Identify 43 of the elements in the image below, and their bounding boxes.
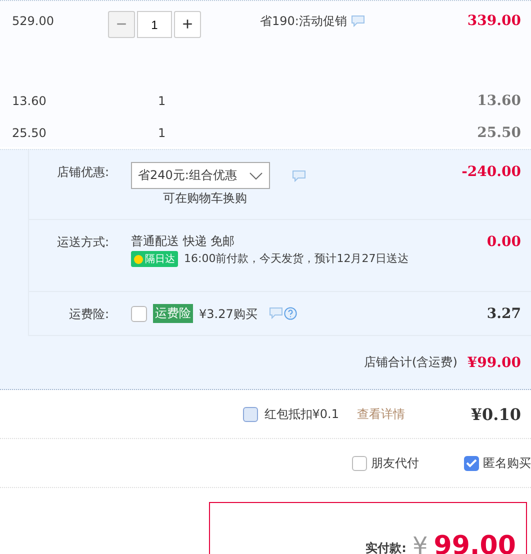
voucher-label: 红包抵扣¥0.1 [264, 406, 339, 422]
discount-amount: -240.00 [460, 163, 522, 182]
chat-icon[interactable] [350, 15, 365, 27]
delivery-note: 16:00前付款，今天发货，预计12月27日送达 [184, 251, 409, 267]
shipping-amount: 0.00 [486, 233, 522, 252]
shipping-method: 普通配送 快递 免邮 [131, 233, 236, 250]
quantity: 1 [157, 125, 166, 142]
payment-amount: 99.00 [434, 530, 516, 554]
subtotal: 339.00 [466, 12, 522, 31]
field-label: 运送方式: [56, 234, 110, 251]
shop-total-amount: ¥99.00 [467, 354, 521, 372]
chevron-down-icon [249, 172, 263, 180]
option-label: 匿名购买 [483, 454, 531, 472]
shop-total-label: 店铺合计(含运费) [364, 354, 458, 371]
insurance-price: ¥3.27购买 [199, 306, 258, 322]
increase-button[interactable]: + [174, 11, 201, 38]
field-label: 运费险: [68, 306, 110, 323]
quantity-field[interactable]: 1 [137, 11, 172, 38]
checkbox[interactable] [352, 456, 367, 470]
promotion-text: 省190:活动促销 [260, 13, 347, 30]
currency-symbol: ¥ [412, 531, 428, 554]
subtotal: 13.60 [476, 92, 522, 111]
check-icon [466, 458, 477, 468]
voucher-amount: ¥0.10 [470, 404, 521, 424]
discount-select[interactable]: 省240元:组合优惠 [131, 162, 270, 189]
checkbox[interactable] [243, 406, 258, 422]
checkbox[interactable] [131, 306, 147, 322]
payment-label: 实付款: [366, 540, 406, 554]
quantity: 1 [157, 93, 166, 110]
chat-icon[interactable] [269, 307, 284, 319]
unit-price: 25.50 [11, 125, 48, 142]
field-label: 店铺优惠: [56, 164, 110, 181]
option-label: 朋友代付 [371, 454, 419, 472]
unit-price: 13.60 [11, 93, 48, 110]
delivery-badge: 隔日达 [131, 251, 178, 267]
chat-icon[interactable] [292, 170, 306, 182]
insurance-tag: 运费险 [153, 304, 193, 323]
checkbox[interactable] [464, 456, 479, 470]
help-icon[interactable] [284, 307, 298, 320]
note-text: 可在购物车换购 [162, 190, 248, 207]
insurance-amount: 3.27 [486, 305, 522, 324]
unit-price: 529.00 [11, 13, 55, 30]
subtotal: 25.50 [476, 124, 522, 143]
